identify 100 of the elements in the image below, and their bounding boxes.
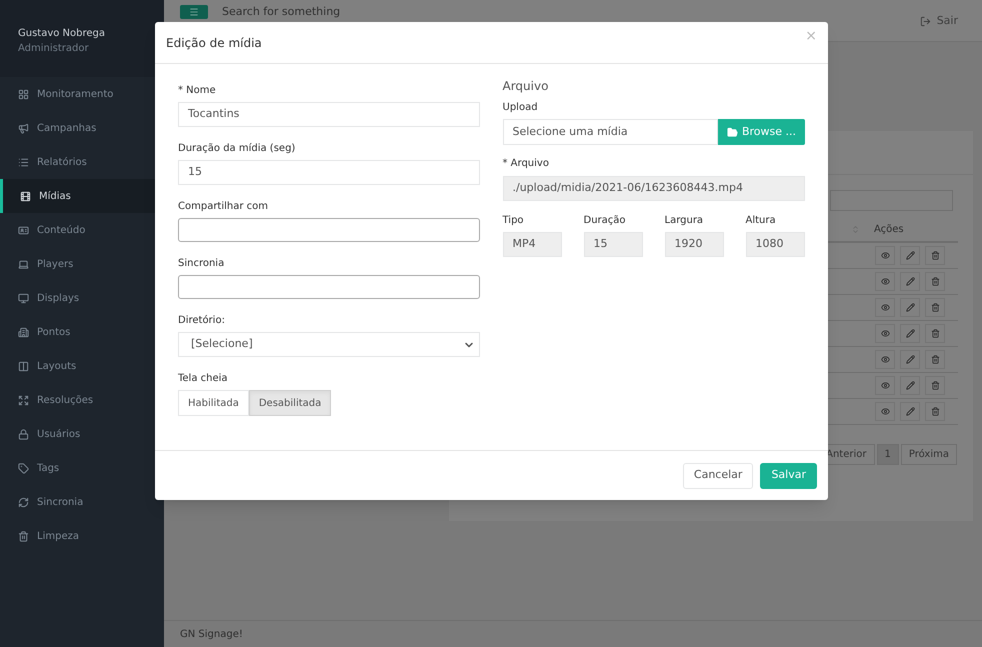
pencil-icon: [906, 277, 914, 286]
field-label: Sincronia: [178, 257, 226, 271]
lock-icon: [18, 428, 29, 440]
trash-icon: [930, 277, 940, 286]
edit-button[interactable]: [900, 246, 920, 265]
field-label: Upload: [502, 101, 539, 115]
expand-icon: [18, 394, 29, 406]
sidebar-item[interactable]: Displays: [0, 281, 164, 315]
cancel-button[interactable]: Cancelar: [682, 462, 754, 488]
tag-input-field[interactable]: [178, 275, 480, 299]
edit-button[interactable]: [900, 272, 920, 291]
search-field[interactable]: Search for something: [222, 5, 340, 19]
field-label: Duração da mídia (seg): [178, 142, 296, 156]
field-label: Tela cheia: [178, 372, 229, 386]
modal-title: Edição de mídia: [166, 34, 262, 52]
trash-icon: [930, 303, 940, 312]
pencil-icon: [906, 329, 914, 338]
pencil-icon: [906, 407, 914, 416]
readonly-field: 1080: [746, 232, 804, 257]
field-label: Diretório:: [178, 314, 226, 328]
sidebar-item[interactable]: Players: [0, 247, 164, 281]
trash-icon: [18, 530, 29, 542]
sidebar-item[interactable]: Conteúdo: [0, 213, 164, 247]
edit-button[interactable]: [900, 324, 920, 343]
view-button[interactable]: [875, 298, 895, 317]
sidebar-item[interactable]: Campanhas: [0, 111, 164, 145]
trash-icon: [930, 407, 940, 416]
eye-icon: [880, 277, 890, 286]
readonly-field: MP4: [502, 232, 562, 257]
film-icon: [20, 190, 31, 202]
trash-icon: [930, 381, 940, 390]
toggle-option[interactable]: Habilitada: [178, 390, 249, 416]
readonly-field: 1920: [664, 232, 724, 257]
sidebar-item[interactable]: Limpeza: [0, 519, 164, 553]
field-label: * Arquivo: [502, 157, 550, 171]
delete-button[interactable]: [925, 272, 945, 291]
field-label: Altura: [746, 214, 777, 228]
sidebar-item[interactable]: Sincronia: [0, 485, 164, 519]
edit-button[interactable]: [900, 376, 920, 395]
page-button[interactable]: 1: [876, 444, 899, 465]
pencil-icon: [906, 251, 914, 260]
eye-icon: [880, 355, 890, 364]
eye-icon: [880, 407, 890, 416]
sidebar-item[interactable]: Pontos: [0, 315, 164, 349]
view-button[interactable]: [875, 402, 895, 421]
edit-button[interactable]: [900, 298, 920, 317]
browse-button[interactable]: Browse ...: [718, 119, 805, 145]
pencil-icon: [906, 303, 914, 312]
view-button[interactable]: [875, 376, 895, 395]
delete-button[interactable]: [925, 350, 945, 369]
text-field[interactable]: 15: [178, 160, 480, 185]
delete-button[interactable]: [925, 402, 945, 421]
logout-icon: [920, 16, 931, 27]
field-label: Compartilhar com: [178, 200, 270, 214]
footer-text: GN Signage!: [180, 628, 243, 642]
sidebar-item[interactable]: Usuários: [0, 417, 164, 451]
toggle-option[interactable]: Desabilitada: [248, 390, 332, 416]
eye-icon: [880, 381, 890, 390]
eye-icon: [880, 251, 890, 260]
select-field[interactable]: [Selecione]: [178, 332, 480, 357]
sidebar-item[interactable]: Monitoramento: [0, 77, 164, 111]
pencil-icon: [906, 381, 914, 390]
sidebar-item[interactable]: Resoluções: [0, 383, 164, 417]
sidebar-item[interactable]: Tags: [0, 451, 164, 485]
sync-icon: [18, 496, 29, 508]
logout-button[interactable]: Sair: [920, 13, 958, 30]
delete-button[interactable]: [925, 298, 945, 317]
page-button[interactable]: Próxima: [900, 444, 957, 465]
upload-field[interactable]: Selecione uma mídia: [502, 119, 718, 145]
trash-icon: [930, 355, 940, 364]
id-card-icon: [18, 224, 29, 236]
trash-icon: [930, 251, 940, 260]
sidebar-item[interactable]: Layouts: [0, 349, 164, 383]
delete-button[interactable]: [925, 324, 945, 343]
view-button[interactable]: [875, 324, 895, 343]
laptop-icon: [18, 258, 29, 270]
columns-icon: [18, 360, 29, 372]
delete-button[interactable]: [925, 246, 945, 265]
grid-icon: [18, 88, 29, 100]
list-icon: [18, 156, 29, 168]
view-button[interactable]: [875, 246, 895, 265]
menu-icon: [189, 7, 199, 17]
eye-icon: [880, 303, 890, 312]
field-label: Tipo: [502, 214, 525, 228]
field-label: * Nome: [178, 84, 217, 98]
save-button[interactable]: Salvar: [760, 462, 817, 488]
delete-button[interactable]: [925, 376, 945, 395]
menu-button[interactable]: [180, 5, 208, 19]
monitor-icon: [18, 292, 29, 304]
view-button[interactable]: [875, 350, 895, 369]
sidebar-item[interactable]: Relatórios: [0, 145, 164, 179]
trash-icon: [930, 329, 940, 338]
view-button[interactable]: [875, 272, 895, 291]
section-title: Arquivo: [502, 78, 550, 95]
user-role: Administrador: [18, 42, 90, 56]
edit-button[interactable]: [900, 402, 920, 421]
tag-icon: [18, 462, 29, 474]
text-field[interactable]: Tocantins: [178, 102, 480, 127]
tag-input-field[interactable]: [178, 218, 480, 242]
edit-button[interactable]: [900, 350, 920, 369]
